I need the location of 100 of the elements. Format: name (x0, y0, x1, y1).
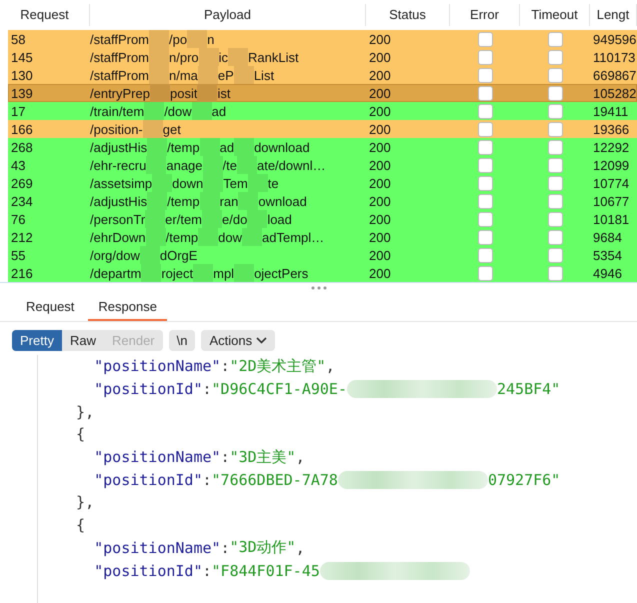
view-mode-button[interactable]: Pretty (12, 330, 62, 351)
table-row[interactable]: 76 /personTr er/tem e/do load 200 10181 (8, 210, 637, 228)
table-cell-text: 269 (10, 176, 34, 190)
table-row[interactable]: 17 /train/tem /dow ad 200 19411 (8, 102, 637, 120)
error-checkbox[interactable] (478, 104, 492, 118)
table-row[interactable]: 145 /staffProm n/pro ic RankList 200 110173 (8, 48, 637, 66)
error-checkbox[interactable] (478, 176, 492, 190)
payload-text: down (172, 176, 204, 190)
error-checkbox[interactable] (478, 248, 492, 262)
table-cell-text: 55 (10, 248, 26, 262)
view-mode-button[interactable]: Raw (62, 330, 104, 351)
code-token: "positionId" (93, 562, 202, 580)
column-header[interactable]: Lengt (590, 4, 637, 26)
error-checkbox[interactable] (478, 122, 492, 136)
table-row[interactable]: 166 /position- get 200 19366 (8, 120, 637, 138)
code-token: : (202, 562, 212, 580)
table-cell-text: 200 (368, 68, 392, 82)
actions-button[interactable]: Actions (201, 330, 276, 351)
blur-patch (141, 264, 162, 282)
payload-text: n/pro (169, 50, 199, 64)
payload-text: /entryPrep (90, 86, 150, 100)
timeout-checkbox[interactable] (548, 176, 562, 190)
timeout-checkbox[interactable] (548, 104, 562, 118)
payload-text: e/do (222, 212, 248, 226)
payload-text: /temp (167, 194, 200, 208)
error-checkbox[interactable] (478, 158, 492, 172)
tab[interactable]: Request (16, 295, 84, 321)
payload-text: ad (220, 140, 234, 154)
code-token: "D96C4CF1-A90E- (212, 380, 347, 398)
column-header[interactable]: Request (0, 4, 90, 26)
table-row[interactable]: 58 /staffProm /po n 200 949596 (8, 30, 637, 48)
blur-patch (187, 30, 208, 48)
timeout-checkbox[interactable] (548, 140, 562, 154)
blur-patch (149, 30, 170, 48)
blur-patch (198, 48, 219, 66)
newline-button[interactable]: \n (168, 330, 196, 351)
timeout-checkbox[interactable] (548, 86, 562, 100)
payload-text: n/ma (169, 68, 198, 82)
table-row[interactable]: 269 /assetsimp down Tem te 200 10774 (8, 174, 637, 192)
error-checkbox[interactable] (478, 50, 492, 64)
error-checkbox[interactable] (478, 68, 492, 82)
code-token: "positionName" (93, 538, 221, 557)
error-checkbox[interactable] (478, 140, 492, 154)
table-row[interactable]: 43 /ehr-recru anage /te ate/downl… 200 12099 (8, 156, 637, 174)
payload-text: ist (217, 86, 230, 100)
error-checkbox[interactable] (478, 266, 492, 280)
timeout-checkbox[interactable] (548, 266, 562, 280)
payload-text: /assetsimp (90, 176, 152, 190)
blur-patch (147, 138, 168, 156)
error-checkbox[interactable] (478, 86, 492, 100)
table-row[interactable]: 139 /entryPrep posit ist 200 105282 (8, 84, 637, 102)
timeout-checkbox[interactable] (548, 68, 562, 82)
error-checkbox[interactable] (478, 32, 492, 46)
column-header[interactable]: Status (366, 4, 450, 26)
column-header[interactable]: Timeout (520, 4, 590, 26)
timeout-checkbox[interactable] (548, 50, 562, 64)
error-checkbox[interactable] (478, 230, 492, 244)
table-cell-text: 19366 (592, 122, 630, 136)
payload-text: /te (222, 158, 237, 172)
payload-text: anage (166, 158, 203, 172)
code-token: : (202, 380, 212, 398)
table-cell-text: 10774 (592, 176, 630, 190)
timeout-checkbox[interactable] (548, 158, 562, 172)
timeout-checkbox[interactable] (548, 122, 562, 136)
table-row[interactable]: 55 /org/dow dOrgE 200 5354 (8, 246, 637, 264)
blur-patch (142, 120, 163, 138)
table-row[interactable]: 212 /ehrDown /temp dow adTempl… 200 9684 (8, 228, 637, 246)
blur-patch (192, 102, 212, 120)
timeout-checkbox[interactable] (548, 32, 562, 46)
code-token: : (220, 357, 230, 376)
payload-text: ojectPers (254, 266, 308, 280)
table-row[interactable]: 234 /adjustHis /temp ran ownload 200 10677 (8, 192, 637, 210)
error-checkbox[interactable] (478, 194, 492, 208)
payload-text: ate/downl… (256, 158, 326, 172)
code-token: , (326, 357, 335, 376)
timeout-checkbox[interactable] (548, 248, 562, 262)
table-cell-text: 139 (10, 86, 34, 100)
payload-text: download (254, 140, 310, 154)
column-header[interactable]: Error (450, 4, 520, 26)
payload-text: /ehrDown (90, 230, 146, 244)
blur-patch (234, 264, 254, 282)
table-row[interactable]: 130 /staffProm n/ma eP List 200 669867 (8, 66, 637, 84)
table-cell-text: 200 (368, 248, 392, 262)
timeout-checkbox[interactable] (548, 194, 562, 208)
payload-text: /adjustHis (90, 140, 148, 154)
drag-handle-icon[interactable] (310, 286, 326, 290)
table-cell-text: 200 (368, 86, 392, 100)
tab[interactable]: Response (88, 295, 167, 321)
code-token: "7666DBED-7A78 (212, 470, 338, 489)
timeout-checkbox[interactable] (548, 212, 562, 226)
column-header[interactable]: Payload (90, 4, 366, 26)
error-checkbox[interactable] (478, 212, 492, 226)
blur-patch (198, 228, 218, 246)
timeout-checkbox[interactable] (548, 230, 562, 244)
table-cell-text: 166 (10, 122, 34, 136)
blur-patch (238, 192, 258, 210)
table-cell-text: 234 (10, 194, 34, 208)
table-row[interactable]: 216 /departm roject mpl ojectPers 200 4946 (8, 264, 637, 282)
table-row[interactable]: 268 /adjustHis /temp ad download 200 12292 (8, 138, 637, 156)
payload-text: /departm (90, 266, 142, 280)
